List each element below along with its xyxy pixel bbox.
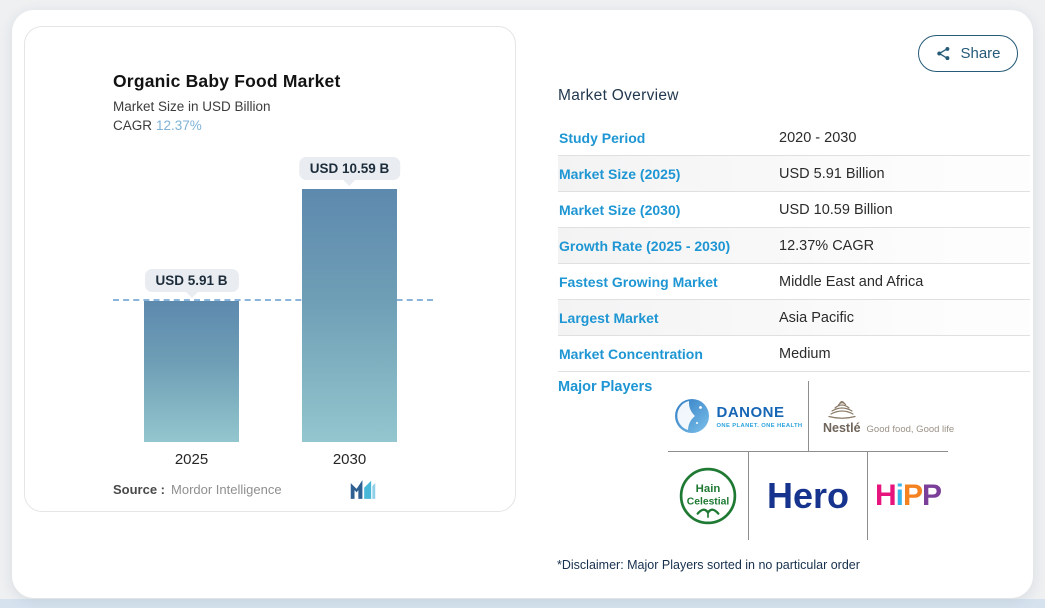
logo-hain-celestial: Hain Celestial [668, 452, 748, 540]
hipp-letter: H [874, 479, 897, 512]
chart-header: Organic Baby Food Market Market Size in … [113, 71, 340, 133]
category-label-2025: 2025 [174, 451, 209, 468]
table-row-fastest-growing-market: Fastest Growing Market Middle East and A… [558, 264, 1030, 300]
row-label: Market Size (2030) [559, 201, 681, 218]
logo-hipp: HiPP [868, 452, 948, 540]
cagr-value: 12.37% [156, 118, 202, 133]
danone-text: DANONE ONE PLANET. ONE HEALTH [717, 404, 803, 429]
table-row-largest-market: Largest Market Asia Pacific [558, 300, 1030, 336]
row-label: Market Concentration [559, 345, 703, 362]
page-bottom-strip [0, 599, 1045, 608]
row-label: Study Period [559, 129, 646, 146]
source-label: Source : [113, 482, 166, 497]
nestle-nest-icon [828, 400, 856, 419]
nestle-text: Nestlé Good food, Good life [823, 421, 954, 435]
bar-2030 [302, 189, 397, 442]
row-label: Largest Market [559, 309, 659, 326]
cagr-label: CAGR [113, 118, 153, 133]
overview-table: Study Period 2020 - 2030 Market Size (20… [558, 120, 1030, 372]
danone-wordmark: DANONE [716, 403, 785, 421]
share-nodes-icon [937, 46, 950, 61]
share-button[interactable]: Share [918, 35, 1018, 72]
row-value: 12.37% CAGR [779, 237, 875, 254]
bar-chart: USD 5.91 B 2025 USD 10.59 B 2030 [113, 157, 433, 468]
chart-panel: Organic Baby Food Market Market Size in … [24, 26, 516, 512]
row-value: Medium [779, 345, 831, 362]
hipp-letter: i [895, 479, 904, 512]
overview-heading: Market Overview [558, 86, 679, 104]
row-value: 2020 - 2030 [779, 129, 857, 146]
source-row: Source : Mordor Intelligence [113, 479, 378, 500]
logo-hero: Hero [748, 452, 868, 540]
report-card: Share Organic Baby Food Market Market Si… [12, 10, 1033, 598]
bar-callout-2025: USD 5.91 B [144, 269, 239, 292]
major-players-grid: DANONE ONE PLANET. ONE HEALTH Nestlé Goo… [668, 381, 954, 540]
source-name: Mordor Intelligence [171, 482, 282, 497]
row-label: Market Size (2025) [559, 165, 681, 182]
table-row-market-concentration: Market Concentration Medium [558, 336, 1030, 372]
bar-value-label: USD 5.91 B [155, 273, 228, 288]
table-row-market-size-2030: Market Size (2030) USD 10.59 Billion [558, 192, 1030, 228]
nestle-tagline: Good food, Good life [866, 423, 955, 435]
bar-value-label: USD 10.59 B [309, 161, 390, 176]
row-value: USD 5.91 Billion [779, 165, 885, 182]
logo-nestle: Nestlé Good food, Good life [808, 381, 954, 451]
chart-subtitle: Market Size in USD Billion [113, 99, 271, 114]
danone-tagline: ONE PLANET. ONE HEALTH [716, 422, 803, 429]
table-row-study-period: Study Period 2020 - 2030 [558, 120, 1030, 156]
row-value: Middle East and Africa [779, 273, 924, 290]
chart-title: Organic Baby Food Market [113, 71, 341, 91]
disclaimer: *Disclaimer: Major Players sorted in no … [557, 558, 860, 572]
bar-callout-2030: USD 10.59 B [298, 157, 401, 180]
hipp-letter: P [902, 479, 923, 512]
table-row-growth-rate: Growth Rate (2025 - 2030) 12.37% CAGR [558, 228, 1030, 264]
logo-danone: DANONE ONE PLANET. ONE HEALTH [668, 381, 808, 451]
mordor-intelligence-logo [350, 480, 375, 499]
row-label: Fastest Growing Market [559, 273, 718, 290]
share-label: Share [960, 45, 1001, 62]
category-label-2030: 2030 [332, 451, 367, 468]
hipp-wordmark: HiPP [874, 479, 942, 513]
hipp-letter: P [922, 479, 942, 512]
danone-globe-icon [674, 399, 709, 433]
row-value: USD 10.59 Billion [779, 201, 893, 218]
major-players-heading: Major Players [558, 379, 653, 395]
row-value: Asia Pacific [779, 309, 854, 326]
hero-wordmark: Hero [766, 475, 850, 516]
hain-text-line2: Celestial [687, 496, 730, 507]
bar-2025 [144, 301, 239, 442]
hain-text-line1: Hain [696, 483, 721, 495]
cagr-line: CAGR 12.37% [113, 118, 340, 133]
row-label: Growth Rate (2025 - 2030) [559, 237, 731, 254]
nestle-wordmark: Nestlé [823, 420, 861, 435]
major-players-row-1: DANONE ONE PLANET. ONE HEALTH Nestlé Goo… [668, 381, 954, 451]
hain-celestial-badge-icon: Hain Celestial [679, 467, 737, 525]
major-players-row-2: Hain Celestial Hero HiPP [668, 451, 948, 540]
table-row-market-size-2025: Market Size (2025) USD 5.91 Billion [558, 156, 1030, 192]
